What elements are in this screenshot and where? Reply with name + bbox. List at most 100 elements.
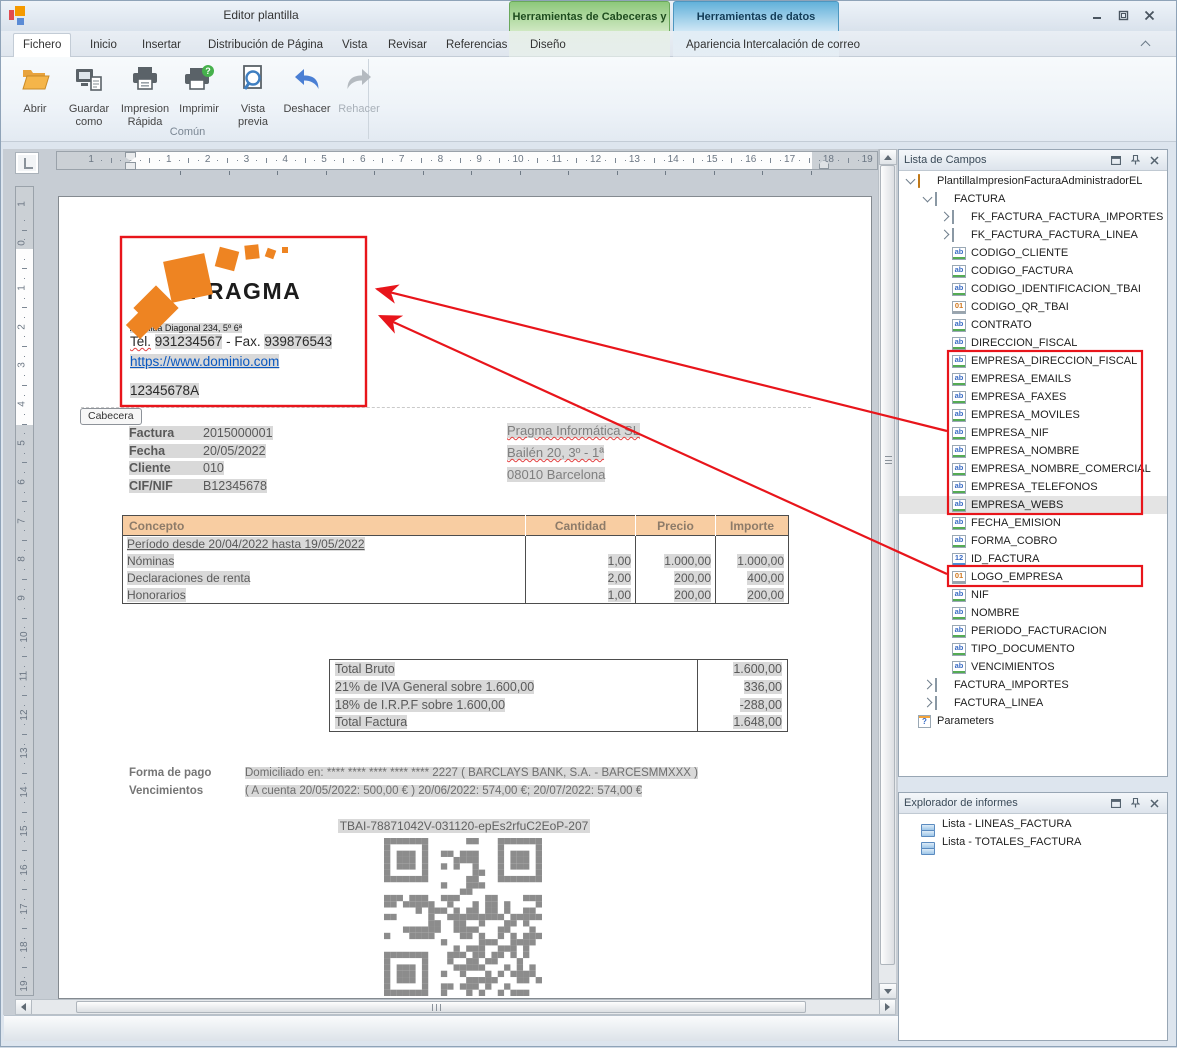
company-nif-field[interactable]: 12345678A: [130, 383, 199, 398]
indent-marker-bottom[interactable]: [125, 162, 136, 170]
payment-value-field[interactable]: Domiciliado en: **** **** **** **** ****…: [245, 767, 698, 779]
field-tree-item-parameters[interactable]: ?Parameters: [899, 712, 1167, 730]
field-tree-item-forma-cobro[interactable]: abFORMA_COBRO: [899, 532, 1167, 550]
scroll-left-arrow[interactable]: [16, 1000, 32, 1014]
concepto-cell[interactable]: Nóminas: [123, 553, 526, 570]
field-tree-item-empresa-moviles[interactable]: abEMPRESA_MOVILES: [899, 406, 1167, 424]
vertical-scroll-thumb[interactable]: [880, 165, 895, 965]
close-button[interactable]: [1139, 7, 1160, 23]
totals-row[interactable]: 21% de IVA General sobre 1.600,00336,00: [330, 678, 788, 696]
cantidad-cell[interactable]: 1,00: [526, 587, 636, 604]
items-row[interactable]: Honorarios1,00200,00200,00: [123, 587, 789, 604]
fax-field[interactable]: 939876543: [264, 334, 332, 349]
items-row[interactable]: Nóminas1,001.000,001.000,00: [123, 553, 789, 570]
abrir-button[interactable]: Abrir: [9, 61, 61, 129]
invoice-meta-value-factura[interactable]: 2015000001: [203, 426, 273, 440]
field-tree-item-empresa-nombre-comercial[interactable]: abEMPRESA_NOMBRE_COMERCIAL: [899, 460, 1167, 478]
invoice-lines-table[interactable]: ConceptoCantidadPrecioImporte Período de…: [122, 515, 789, 604]
pin-panel-icon[interactable]: [1127, 796, 1143, 810]
tab-referencias[interactable]: Referencias: [437, 35, 516, 57]
tab-distribuci-n-de-p-gina[interactable]: Distribución de Página: [199, 35, 332, 57]
chevron-down-icon[interactable]: [921, 192, 935, 206]
concepto-cell[interactable]: Honorarios: [123, 587, 526, 604]
collapse-ribbon-icon[interactable]: [1142, 39, 1150, 47]
invoice-meta-value-fecha[interactable]: 20/05/2022: [203, 444, 266, 458]
customer-city-field[interactable]: 08010 Barcelona: [507, 467, 605, 482]
field-tree-item-empresa-emails[interactable]: abEMPRESA_EMAILS: [899, 370, 1167, 388]
field-tree-item-nif[interactable]: abNIF: [899, 586, 1167, 604]
field-tree-item-empresa-nif[interactable]: abEMPRESA_NIF: [899, 424, 1167, 442]
restore-button[interactable]: [1113, 7, 1134, 23]
totals-value-cell[interactable]: 336,00: [698, 678, 788, 696]
impresion-r-pida-button[interactable]: ImpresionRápida: [117, 61, 173, 129]
close-panel-icon[interactable]: [1146, 153, 1162, 167]
items-row[interactable]: Declaraciones de renta2,00200,00400,00: [123, 570, 789, 587]
importe-cell[interactable]: 200,00: [716, 587, 789, 604]
totals-value-cell[interactable]: 1.648,00: [698, 714, 788, 732]
guardar-como-button[interactable]: Guardarcomo: [61, 61, 117, 129]
field-tree-item-id-factura[interactable]: 12ID_FACTURA: [899, 550, 1167, 568]
field-tree-item-empresa-webs[interactable]: abEMPRESA_WEBS: [899, 496, 1167, 514]
tab-alignment-selector[interactable]: [15, 152, 39, 174]
field-tree-item-codigo-identificacion-tbai[interactable]: abCODIGO_IDENTIFICACION_TBAI: [899, 280, 1167, 298]
scroll-down-arrow[interactable]: [879, 983, 897, 999]
field-tree-item-periodo-facturacion[interactable]: abPERIODO_FACTURACION: [899, 622, 1167, 640]
invoice-meta-value-cliente[interactable]: 010: [203, 461, 224, 475]
tbai-code-field[interactable]: TBAI-78871042V-031120-epEs2rfuC2EoP-207: [189, 819, 739, 833]
report-item-lista-totales-factura[interactable]: Lista - TOTALES_FACTURA: [899, 833, 1167, 851]
vista-previa-button[interactable]: Vistaprevia: [225, 61, 281, 129]
tab-inicio[interactable]: Inicio: [81, 35, 126, 57]
maximize-panel-icon[interactable]: [1108, 153, 1124, 167]
period-cell[interactable]: Período desde 20/04/2022 hasta 19/05/202…: [123, 536, 526, 553]
field-tree-item-codigo-cliente[interactable]: abCODIGO_CLIENTE: [899, 244, 1167, 262]
imprimir-button[interactable]: ?Imprimir: [173, 61, 225, 129]
field-tree-item-codigo-factura[interactable]: abCODIGO_FACTURA: [899, 262, 1167, 280]
tab-dise-o[interactable]: Diseño: [521, 35, 575, 57]
field-tree-item-factura[interactable]: FACTURA: [899, 190, 1167, 208]
close-panel-icon[interactable]: [1146, 796, 1162, 810]
field-tree-item-logo-empresa[interactable]: 01LOGO_EMPRESA: [899, 568, 1167, 586]
field-tree-item-plantillaimpresionfacturaadministradorel[interactable]: PlantillaImpresionFacturaAdministradorEL: [899, 172, 1167, 190]
field-tree-item-empresa-nombre[interactable]: abEMPRESA_NOMBRE: [899, 442, 1167, 460]
field-tree-item-empresa-telefonos[interactable]: abEMPRESA_TELEFONOS: [899, 478, 1167, 496]
company-web-field[interactable]: https://www.dominio.com: [130, 353, 279, 371]
field-tree-item-nombre[interactable]: abNOMBRE: [899, 604, 1167, 622]
totals-label-cell[interactable]: Total Bruto: [330, 660, 698, 678]
totals-row[interactable]: Total Bruto1.600,00: [330, 660, 788, 678]
report-item-lista-lineas-factura[interactable]: Lista - LINEAS_FACTURA: [899, 815, 1167, 833]
tab-insertar[interactable]: Insertar: [133, 35, 190, 57]
maximize-panel-icon[interactable]: [1108, 796, 1124, 810]
cantidad-cell[interactable]: 2,00: [526, 570, 636, 587]
tab-fichero[interactable]: Fichero: [13, 33, 71, 58]
field-tree-item-empresa-faxes[interactable]: abEMPRESA_FAXES: [899, 388, 1167, 406]
document-page[interactable]: PRAGMA Avenida Diagonal 234, 5º 6ª Tel. …: [58, 196, 872, 999]
field-tree-item-direccion-fiscal[interactable]: abDIRECCION_FISCAL: [899, 334, 1167, 352]
tab-revisar[interactable]: Revisar: [379, 35, 436, 57]
payment-value-field[interactable]: ( A cuenta 20/05/2022: 500,00 € ) 20/06/…: [245, 785, 642, 797]
field-tree-item-tipo-documento[interactable]: abTIPO_DOCUMENTO: [899, 640, 1167, 658]
field-tree-item-codigo-qr-tbai[interactable]: 01CODIGO_QR_TBAI: [899, 298, 1167, 316]
importe-cell[interactable]: 400,00: [716, 570, 789, 587]
minimize-button[interactable]: [1087, 7, 1108, 23]
cantidad-cell[interactable]: 1,00: [526, 553, 636, 570]
field-tree-item-fk-factura-factura-importes[interactable]: FK_FACTURA_FACTURA_IMPORTES: [899, 208, 1167, 226]
horizontal-scroll-thumb[interactable]: [76, 1001, 806, 1013]
tbai-qr-code[interactable]: [384, 838, 542, 996]
telephone-field[interactable]: 931234567: [155, 334, 223, 349]
importe-cell[interactable]: 1.000,00: [716, 553, 789, 570]
band-tab-cabecera[interactable]: Cabecera: [80, 408, 142, 425]
vertical-scrollbar[interactable]: [878, 149, 896, 999]
scroll-up-arrow[interactable]: [879, 149, 897, 165]
pin-panel-icon[interactable]: [1127, 153, 1143, 167]
field-tree-item-factura-linea[interactable]: FACTURA_LINEA: [899, 694, 1167, 712]
tab-vista[interactable]: Vista: [333, 35, 376, 57]
deshacer-button[interactable]: Deshacer: [281, 61, 333, 129]
totals-label-cell[interactable]: 18% de I.R.P.F sobre 1.600,00: [330, 696, 698, 714]
totals-label-cell[interactable]: 21% de IVA General sobre 1.600,00: [330, 678, 698, 696]
precio-cell[interactable]: 200,00: [636, 570, 716, 587]
precio-cell[interactable]: 1.000,00: [636, 553, 716, 570]
chevron-right-icon[interactable]: [938, 210, 952, 224]
field-tree-item-vencimientos[interactable]: abVENCIMIENTOS: [899, 658, 1167, 676]
chevron-right-icon[interactable]: [938, 228, 952, 242]
chevron-right-icon[interactable]: [921, 678, 935, 692]
